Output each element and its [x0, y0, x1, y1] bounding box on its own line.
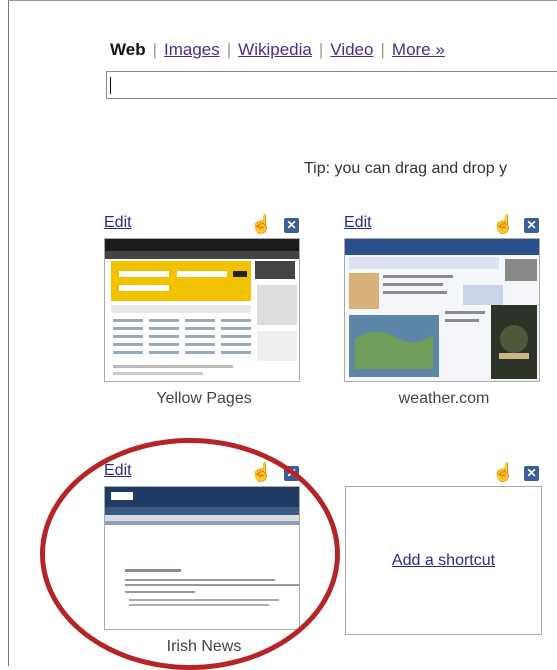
- hand-icon[interactable]: ☝: [250, 214, 272, 235]
- add-shortcut-box[interactable]: Add a shortcut: [345, 486, 542, 635]
- search-box[interactable]: [106, 71, 557, 99]
- add-shortcut-tile[interactable]: ☝ ✕ Add a shortcut: [344, 462, 544, 638]
- thumbnail-yellow-pages[interactable]: [104, 238, 300, 382]
- add-shortcut-link[interactable]: Add a shortcut: [392, 552, 495, 570]
- tab-separator: |: [380, 40, 385, 59]
- yellow-pages-preview: [105, 239, 299, 375]
- thumbnail-irish-news[interactable]: [104, 486, 300, 630]
- tab-video[interactable]: Video: [330, 40, 373, 60]
- close-icon[interactable]: ✕: [284, 218, 299, 233]
- shortcut-tile-weather[interactable]: Edit ☝ ✕ weather.com: [344, 214, 544, 414]
- irish-news-preview: [105, 487, 299, 606]
- search-tabs: Web | Images | Wikipedia | Video | More »: [110, 40, 445, 60]
- close-icon[interactable]: ✕: [524, 218, 539, 233]
- edit-link[interactable]: Edit: [104, 214, 132, 232]
- edit-link[interactable]: Edit: [104, 462, 132, 480]
- shortcut-tile-yellow-pages[interactable]: Edit ☝ ✕ Yellow Pages: [104, 214, 304, 414]
- hand-icon[interactable]: ☝: [250, 462, 272, 483]
- tab-separator: |: [152, 40, 157, 59]
- thumbnail-weather[interactable]: [344, 238, 540, 382]
- shortcut-tile-irish-news[interactable]: Edit ☝ ✕ Irish News: [104, 462, 304, 666]
- text-caret: [110, 77, 111, 94]
- weather-preview: [345, 239, 539, 381]
- tile-caption[interactable]: weather.com: [344, 390, 544, 408]
- hand-icon[interactable]: ☝: [492, 462, 514, 483]
- tile-caption[interactable]: Irish News: [104, 638, 304, 656]
- tab-separator: |: [226, 40, 232, 59]
- tab-wikipedia[interactable]: Wikipedia: [238, 40, 312, 60]
- tab-separator: |: [318, 40, 324, 59]
- edit-link[interactable]: Edit: [344, 214, 372, 232]
- tip-text: Tip: you can drag and drop y: [304, 160, 508, 177]
- close-icon[interactable]: ✕: [284, 466, 299, 481]
- tab-web[interactable]: Web: [110, 40, 146, 60]
- search-input[interactable]: [107, 72, 557, 98]
- tab-images[interactable]: Images: [164, 40, 220, 60]
- tile-caption[interactable]: Yellow Pages: [104, 390, 304, 408]
- hand-icon[interactable]: ☝: [492, 214, 514, 235]
- tab-more[interactable]: More »: [392, 40, 445, 60]
- close-icon[interactable]: ✕: [524, 466, 539, 481]
